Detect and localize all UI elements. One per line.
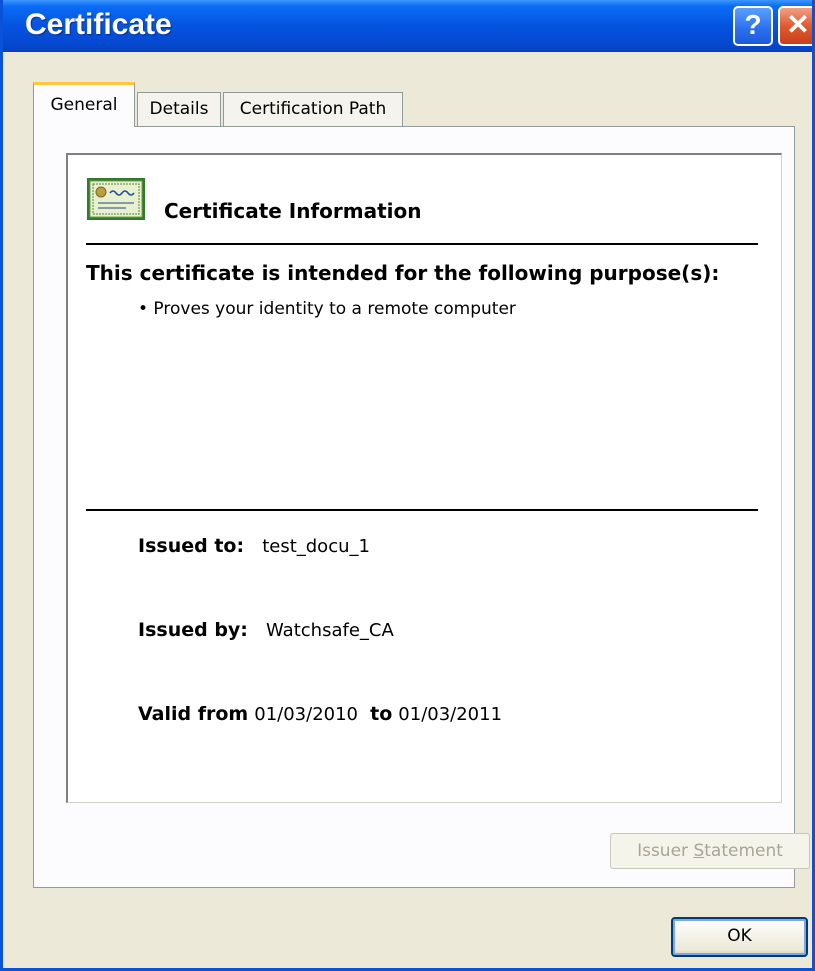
- tab-certification-path[interactable]: Certification Path: [223, 92, 403, 126]
- divider: [86, 243, 758, 245]
- window-title: Certificate: [25, 8, 172, 41]
- general-tab-panel: Certificate Information This certificate…: [33, 126, 810, 888]
- tab-general[interactable]: General: [33, 82, 135, 127]
- issued-by-row: Issued by: Watchsafe_CA: [138, 619, 394, 641]
- close-icon: ✕: [786, 9, 810, 40]
- issued-by-value: Watchsafe_CA: [266, 620, 394, 641]
- issuer-statement-button[interactable]: Issuer Statement: [610, 833, 810, 869]
- issued-to-label: Issued to:: [138, 535, 245, 557]
- valid-to-value: 01/03/2011: [398, 704, 503, 725]
- purpose-item: • Proves your identity to a remote compu…: [138, 299, 516, 319]
- valid-to-label: to: [370, 703, 393, 725]
- certificate-information-heading: Certificate Information: [164, 199, 422, 223]
- purpose-heading: This certificate is intended for the fol…: [86, 261, 720, 285]
- ok-button[interactable]: OK: [671, 917, 808, 957]
- tab-details[interactable]: Details: [137, 92, 221, 126]
- issuer-statement-label-prefix: Issuer: [637, 841, 694, 861]
- issuer-statement-access-key: S: [693, 841, 705, 861]
- issued-to-row: Issued to: test_docu_1: [138, 535, 370, 557]
- certificate-icon: [87, 178, 145, 220]
- divider: [86, 509, 758, 511]
- certificate-dialog: Certificate ? ✕ General Details Certific…: [0, 0, 815, 971]
- issued-to-value: test_docu_1: [262, 536, 370, 557]
- close-button[interactable]: ✕: [778, 6, 812, 46]
- help-icon: ?: [744, 9, 762, 40]
- title-bar[interactable]: Certificate ? ✕: [3, 0, 812, 52]
- valid-from-value: 01/03/2010: [254, 704, 359, 725]
- valid-from-label: Valid from: [138, 703, 249, 725]
- certificate-info-box: Certificate Information This certificate…: [66, 153, 782, 803]
- help-button[interactable]: ?: [733, 6, 773, 46]
- issued-by-label: Issued by:: [138, 619, 248, 641]
- issuer-statement-label-suffix: tatement: [704, 841, 783, 861]
- validity-row: Valid from 01/03/2010 to 01/03/2011: [138, 703, 502, 725]
